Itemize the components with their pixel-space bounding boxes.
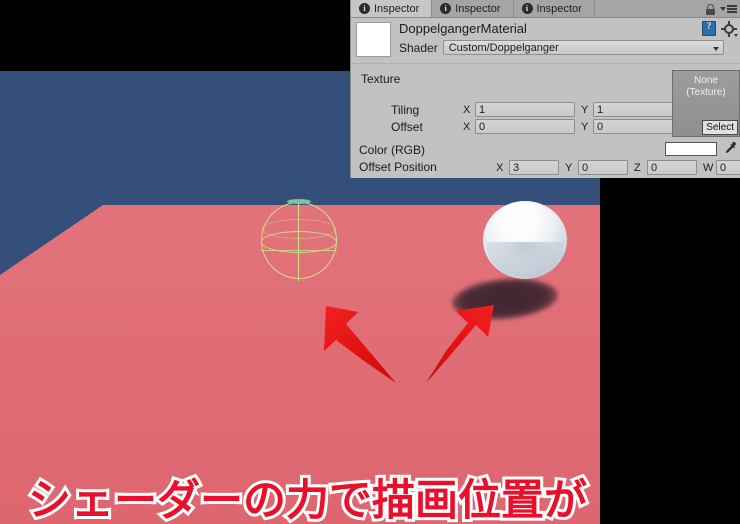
eyedropper-icon[interactable] [722, 141, 737, 156]
offset-position-w-input[interactable] [716, 160, 740, 175]
screenshot-root: シェーダーの力で描画位置が 実際の位置とずれる。 i Inspector i I… [0, 0, 740, 524]
tab-inspector-2[interactable]: i Inspector [432, 0, 514, 17]
texture-select-button[interactable]: Select [702, 120, 738, 135]
gear-icon[interactable] [721, 20, 738, 37]
offset-x-input[interactable] [475, 119, 575, 134]
gizmo-horizontal-axis [261, 250, 337, 252]
hamburger-menu-icon[interactable] [720, 5, 737, 13]
color-label: Color (RGB) [359, 143, 426, 157]
info-icon: i [359, 3, 370, 14]
info-icon: i [440, 3, 452, 14]
offset-position-z-label: Z [634, 161, 641, 174]
arrow-pointing-up-left [324, 306, 396, 383]
texture-slot-line2: (Texture) [686, 87, 726, 98]
material-header: DoppelgangerMaterial Shader Custom/Doppe… [351, 18, 740, 63]
wireframe-sphere-gizmo [261, 199, 337, 281]
tiling-x-input[interactable] [475, 102, 575, 117]
tiling-label: Tiling [391, 102, 420, 117]
tab-inspector-1[interactable]: i Inspector [351, 0, 433, 17]
shader-label: Shader [399, 40, 438, 55]
inspector-tab-strip: i Inspector i Inspector i Inspector [351, 0, 740, 18]
offset-position-x-input[interactable] [509, 160, 559, 175]
lock-icon[interactable] [706, 3, 715, 15]
chevron-down-icon [712, 47, 719, 51]
shader-dropdown[interactable]: Custom/Doppelganger [442, 40, 724, 55]
gizmo-vertical-axis [298, 200, 300, 281]
tab-label: Inspector [536, 2, 582, 15]
gizmo-top-cap [287, 199, 311, 204]
offset-position-z-input[interactable] [647, 160, 697, 175]
white-sphere-object[interactable] [483, 201, 567, 279]
offset-y-label: Y [581, 120, 589, 133]
material-properties-body: Texture Tiling X Y Offset X Y None (Text… [351, 63, 740, 178]
info-icon: i [521, 3, 533, 14]
offset-position-x-label: X [496, 161, 504, 174]
offset-row: Offset X Y [391, 119, 693, 134]
offset-x-label: X [463, 120, 471, 133]
tab-label: Inspector [455, 2, 501, 15]
arrow-pointing-up-right [426, 305, 494, 383]
help-book-icon[interactable] [702, 21, 716, 36]
texture-section-title: Texture [361, 72, 401, 86]
texture-object-slot[interactable]: None (Texture) Select [672, 70, 740, 137]
offset-position-label: Offset Position [359, 160, 437, 174]
shader-dropdown-value: Custom/Doppelganger [448, 42, 559, 54]
material-header-icons [702, 20, 738, 37]
offset-label: Offset [391, 119, 423, 134]
tiling-row: Tiling X Y [391, 102, 693, 117]
offset-position-row: Offset Position [359, 160, 437, 174]
offset-position-y-label: Y [565, 161, 573, 174]
tab-inspector-3[interactable]: i Inspector [513, 0, 595, 17]
texture-slot-label: None (Texture) [673, 75, 739, 99]
tab-label: Inspector [374, 2, 420, 15]
offset-position-y-input[interactable] [578, 160, 628, 175]
offset-position-fields: X Y Z W [496, 160, 740, 175]
shader-row: Shader Custom/Doppelganger [399, 40, 724, 55]
material-name: DoppelgangerMaterial [399, 21, 527, 36]
material-preview-swatch[interactable] [356, 22, 391, 57]
tiling-y-label: Y [581, 103, 589, 116]
tiling-x-label: X [463, 103, 471, 116]
texture-slot-line1: None [694, 75, 718, 86]
tab-strip-controls [706, 0, 737, 18]
offset-position-w-label: W [703, 161, 714, 174]
inspector-window: i Inspector i Inspector i Inspector Dopp… [350, 0, 740, 178]
color-swatch[interactable] [665, 142, 717, 156]
color-row: Color (RGB) [359, 143, 425, 157]
